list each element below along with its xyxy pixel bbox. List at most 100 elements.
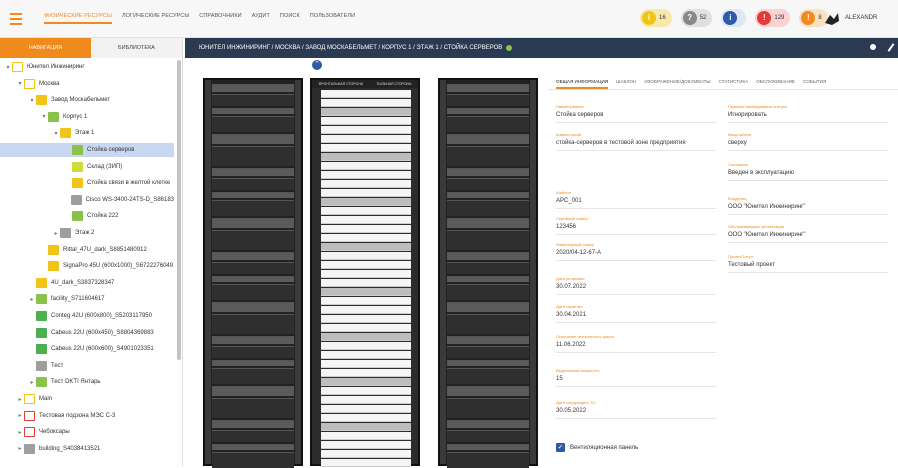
rack-unit-slot[interactable] bbox=[321, 270, 411, 278]
rack-device[interactable] bbox=[447, 84, 529, 92]
rack-device[interactable] bbox=[212, 302, 294, 312]
tree-item[interactable]: ▾ Корпус 1 bbox=[0, 110, 174, 124]
info-field[interactable]: Серийный номер 123456 bbox=[556, 216, 716, 235]
rack-device[interactable] bbox=[447, 218, 529, 228]
rack-unit-slot[interactable] bbox=[321, 216, 411, 224]
tree-item[interactable]: 4U_dark_S3837328347 bbox=[0, 276, 174, 290]
rack-unit-slot[interactable] bbox=[321, 252, 411, 260]
notification-badge[interactable]: ! 129 bbox=[755, 9, 791, 27]
nav-item[interactable]: СПРАВОЧНИКИ bbox=[199, 13, 241, 24]
rack-unit-slot[interactable] bbox=[321, 333, 411, 341]
info-field[interactable]: Состояние Введен в эксплуатацию bbox=[728, 162, 888, 181]
rack-unit-slot[interactable] bbox=[321, 396, 411, 404]
rack-device[interactable] bbox=[212, 360, 294, 366]
expand-arrow-icon[interactable]: ▾ bbox=[40, 113, 48, 120]
rack-device[interactable] bbox=[447, 230, 529, 250]
rack-device[interactable] bbox=[212, 262, 294, 274]
rack-device[interactable] bbox=[212, 108, 294, 114]
rack-units-panel[interactable]: ФРОНТАЛЬНАЯ СТОРОНА ТЫЛЬНАЯ СТОРОНА bbox=[310, 78, 420, 467]
nav-item[interactable]: ПОЛЬЗОВАТЕЛИ bbox=[310, 13, 355, 24]
user-logo-icon[interactable] bbox=[822, 9, 842, 29]
expand-arrow-icon[interactable]: ▾ bbox=[16, 80, 24, 87]
rack-front-view[interactable] bbox=[203, 78, 303, 468]
rack-device[interactable] bbox=[447, 168, 529, 176]
edit-icon[interactable] bbox=[887, 43, 895, 52]
rack-device[interactable] bbox=[212, 276, 294, 282]
detail-tab[interactable]: ОБСЛУЖИВАНИЕ bbox=[756, 79, 795, 84]
rack-unit-slot[interactable] bbox=[321, 144, 411, 152]
rack-device[interactable] bbox=[212, 94, 294, 106]
info-field[interactable]: Дата установки 30.07.2022 bbox=[556, 276, 716, 295]
tree-item[interactable]: ▸ Тест DKTI Янтарь bbox=[0, 375, 174, 389]
rack-unit-slot[interactable] bbox=[321, 243, 411, 251]
detail-tab[interactable]: СТАТИСТИКА bbox=[718, 79, 748, 84]
tree-item[interactable]: Conteg 42U (600x800)_S5203117950 bbox=[0, 309, 174, 323]
notification-badge[interactable]: ? 52 bbox=[680, 9, 713, 27]
rack-unit-slot[interactable] bbox=[321, 180, 411, 188]
notification-badge[interactable]: i bbox=[721, 9, 747, 27]
rack-device[interactable] bbox=[212, 192, 294, 198]
detail-tab[interactable]: ИЗОБРАЖЕНИЕ/ДОКУМЕНТЫ bbox=[644, 79, 710, 84]
nav-item[interactable]: АУДИТ bbox=[252, 13, 270, 24]
tree-item[interactable]: Стойка 222 bbox=[0, 209, 174, 223]
rack-unit-slot[interactable] bbox=[321, 405, 411, 413]
rack-unit-slot[interactable] bbox=[321, 108, 411, 116]
rack-unit-slot[interactable] bbox=[321, 288, 411, 296]
info-field[interactable]: Правило наследования статуса Игнорировать bbox=[728, 104, 888, 123]
tree-item[interactable]: ▾ Завод Москабельмет bbox=[0, 93, 174, 107]
rack-device[interactable] bbox=[212, 84, 294, 92]
info-field[interactable]: Окончание технического цикла 11.06.2022 bbox=[556, 334, 716, 353]
tree-item[interactable]: ▸ Этаж 2 bbox=[0, 226, 174, 240]
rack-unit-slot[interactable] bbox=[321, 90, 411, 98]
expand-arrow-icon[interactable]: ▾ bbox=[4, 64, 12, 71]
rack-device[interactable] bbox=[447, 146, 529, 166]
expand-arrow-icon[interactable]: ▾ bbox=[28, 97, 36, 104]
rack-device[interactable] bbox=[447, 386, 529, 396]
nav-item[interactable]: ПОИСК bbox=[280, 13, 300, 24]
detail-tab[interactable]: СОБЫТИЯ bbox=[803, 79, 826, 84]
tree-item[interactable]: ▸ building_S4038413521 bbox=[0, 442, 174, 456]
rack-device[interactable] bbox=[212, 444, 294, 450]
rack-unit-slot[interactable] bbox=[321, 378, 411, 386]
rack-device[interactable] bbox=[447, 94, 529, 106]
ventilation-panel-checkbox[interactable]: ✓ Вентиляционная панель bbox=[556, 443, 638, 452]
rack-device[interactable] bbox=[447, 178, 529, 190]
rack-device[interactable] bbox=[212, 146, 294, 166]
detail-tab[interactable]: ШАБЛОН bbox=[616, 79, 636, 84]
rack-device[interactable] bbox=[212, 230, 294, 250]
expand-arrow-icon[interactable]: ▾ bbox=[52, 130, 60, 137]
settings-icon[interactable] bbox=[506, 45, 513, 51]
rack-device[interactable] bbox=[212, 398, 294, 418]
info-field[interactable]: Шаблон APC_001 bbox=[556, 190, 716, 209]
detail-tab[interactable]: ОБЩАЯ ИНФОРМАЦИЯ bbox=[556, 79, 609, 89]
tree-item[interactable]: ▸ Чебоксары bbox=[0, 425, 174, 439]
info-field[interactable]: Наименование Стойка серверов bbox=[556, 104, 716, 123]
rack-unit-slot[interactable] bbox=[321, 369, 411, 377]
rack-device[interactable] bbox=[447, 420, 529, 428]
rack-unit-slot[interactable] bbox=[321, 297, 411, 305]
rack-device[interactable] bbox=[447, 398, 529, 418]
rack-device[interactable] bbox=[447, 346, 529, 358]
rack-unit-slot[interactable] bbox=[321, 171, 411, 179]
rack-device[interactable] bbox=[212, 218, 294, 228]
rack-unit-slot[interactable] bbox=[321, 279, 411, 287]
rack-device[interactable] bbox=[447, 430, 529, 442]
rack-unit-slot[interactable] bbox=[321, 153, 411, 161]
rack-unit-slot[interactable] bbox=[321, 414, 411, 422]
tree-item[interactable]: ▾ Этаж 1 bbox=[0, 126, 174, 140]
rack-device[interactable] bbox=[447, 200, 529, 216]
expand-arrow-icon[interactable]: ▸ bbox=[28, 379, 36, 386]
tree-item[interactable]: ▸ Main bbox=[0, 392, 174, 406]
nav-item[interactable]: ФИЗИЧЕСКИЕ РЕСУРСЫ bbox=[44, 13, 112, 24]
rack-device[interactable] bbox=[447, 284, 529, 300]
rack-device[interactable] bbox=[212, 168, 294, 176]
rack-unit-slot[interactable] bbox=[321, 135, 411, 143]
rack-unit-slot[interactable] bbox=[321, 342, 411, 350]
rack-unit-slot[interactable] bbox=[321, 351, 411, 359]
rack-unit-slot[interactable] bbox=[321, 360, 411, 368]
expand-arrow-icon[interactable]: ▸ bbox=[16, 429, 24, 436]
rack-rear-view[interactable] bbox=[438, 78, 538, 468]
tree-item[interactable]: ▸ Тестовая подзона МЭС С-3 bbox=[0, 409, 174, 423]
info-field[interactable]: Выделяемая мощность 15 bbox=[556, 368, 716, 387]
tree-item[interactable]: ▾ Юнител Инжиниринг bbox=[0, 60, 174, 74]
